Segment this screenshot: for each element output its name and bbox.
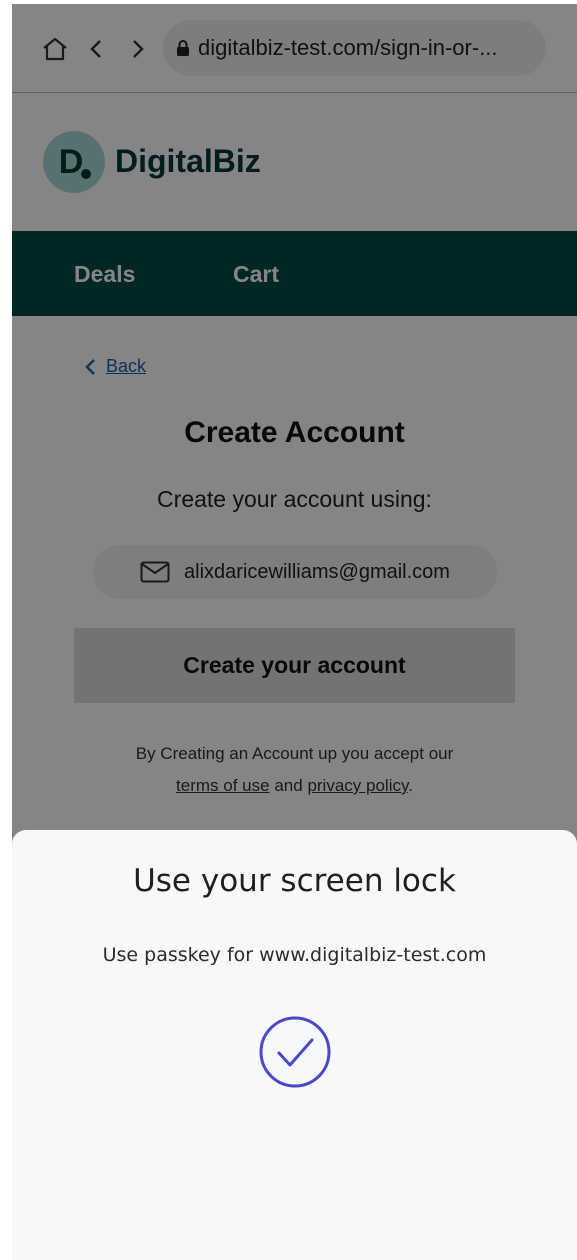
browser-window: digitalbiz-test.com/sign-in-or-... D Dig…: [12, 4, 577, 1260]
screen-lock-sheet: Use your screen lock Use passkey for www…: [12, 830, 577, 1260]
sheet-subtitle: Use passkey for www.digitalbiz-test.com: [102, 944, 487, 966]
checkmark-circle-icon: [258, 1015, 332, 1089]
sheet-title: Use your screen lock: [133, 863, 456, 899]
